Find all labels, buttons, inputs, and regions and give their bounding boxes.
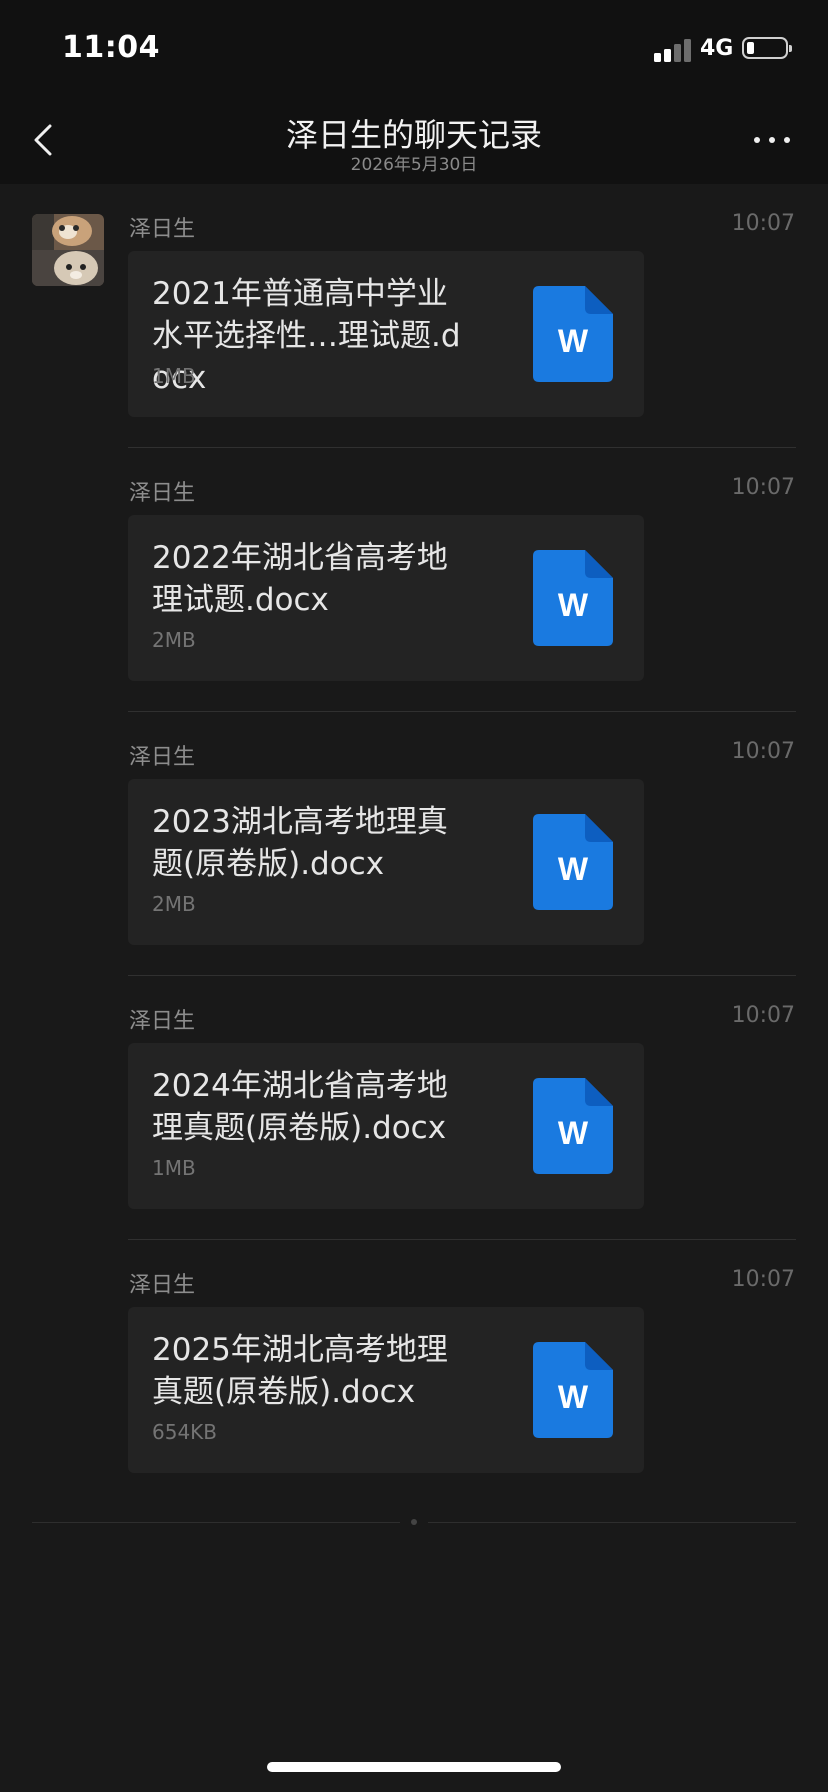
- page-subtitle-date: 2026年5月30日: [350, 155, 478, 175]
- message-time: 10:07: [731, 211, 795, 236]
- navigation-bar: 泽日生的聊天记录 2026年5月30日: [0, 100, 828, 184]
- file-card[interactable]: 2022年湖北省高考地理试题.docx 2MB W: [128, 515, 644, 681]
- svg-text:W: W: [558, 1115, 589, 1151]
- word-doc-icon: W: [533, 1078, 613, 1174]
- chat-message: 泽日生 10:07 2024年湖北省高考地理真题(原卷版).docx 1MB W: [0, 976, 828, 1240]
- status-bar: 11:04 4G: [0, 0, 828, 100]
- chat-message: 泽日生 10:07 2021年普通高中学业水平选择性…理试题.docx 1MB …: [0, 184, 828, 448]
- file-card[interactable]: 2024年湖北省高考地理真题(原卷版).docx 1MB W: [128, 1043, 644, 1209]
- end-divider-right: [428, 1522, 796, 1523]
- message-time: 10:07: [731, 475, 795, 500]
- sender-name: 泽日生: [129, 1273, 196, 1298]
- word-doc-icon: W: [533, 286, 613, 382]
- more-button[interactable]: [748, 128, 796, 152]
- network-type: 4G: [700, 36, 734, 61]
- chat-message: 泽日生 10:07 2025年湖北高考地理真题(原卷版).docx 654KB …: [0, 1240, 828, 1504]
- svg-text:W: W: [558, 1379, 589, 1415]
- word-doc-icon: W: [533, 550, 613, 646]
- chat-message: 泽日生 10:07 2023湖北高考地理真题(原卷版).docx 2MB W: [0, 712, 828, 976]
- word-doc-icon: W: [533, 814, 613, 910]
- file-name: 2025年湖北高考地理真题(原卷版).docx: [152, 1332, 448, 1410]
- file-size: 1MB: [152, 1156, 196, 1180]
- avatar[interactable]: [32, 214, 104, 286]
- file-card[interactable]: 2023湖北高考地理真题(原卷版).docx 2MB W: [128, 779, 644, 945]
- chat-message: 泽日生 10:07 2022年湖北省高考地理试题.docx 2MB W: [0, 448, 828, 712]
- sender-name: 泽日生: [129, 481, 196, 506]
- sender-name: 泽日生: [129, 1009, 196, 1034]
- clock: 11:04: [62, 30, 160, 65]
- file-name: 2024年湖北省高考地理真题(原卷版).docx: [152, 1068, 448, 1146]
- file-size: 2MB: [152, 628, 196, 652]
- file-size: 1MB: [152, 364, 196, 388]
- sender-name: 泽日生: [129, 217, 196, 242]
- message-time: 10:07: [731, 739, 795, 764]
- sender-name: 泽日生: [129, 745, 196, 770]
- end-marker-dot: [411, 1519, 417, 1525]
- word-doc-icon: W: [533, 1342, 613, 1438]
- file-name: 2021年普通高中学业水平选择性…理试题.docx: [152, 276, 461, 396]
- svg-text:W: W: [558, 587, 589, 623]
- end-divider-left: [32, 1522, 400, 1523]
- svg-text:W: W: [558, 323, 589, 359]
- battery-icon: [742, 37, 792, 59]
- file-size: 654KB: [152, 1420, 218, 1444]
- cellular-signal-icon: [654, 38, 692, 62]
- svg-text:W: W: [558, 851, 589, 887]
- home-indicator[interactable]: [267, 1762, 561, 1772]
- file-size: 2MB: [152, 892, 196, 916]
- message-time: 10:07: [731, 1267, 795, 1292]
- file-card[interactable]: 2021年普通高中学业水平选择性…理试题.docx 1MB W: [128, 251, 644, 417]
- message-time: 10:07: [731, 1003, 795, 1028]
- file-name: 2022年湖北省高考地理试题.docx: [152, 540, 448, 618]
- file-card[interactable]: 2025年湖北高考地理真题(原卷版).docx 654KB W: [128, 1307, 644, 1473]
- file-name: 2023湖北高考地理真题(原卷版).docx: [152, 804, 448, 882]
